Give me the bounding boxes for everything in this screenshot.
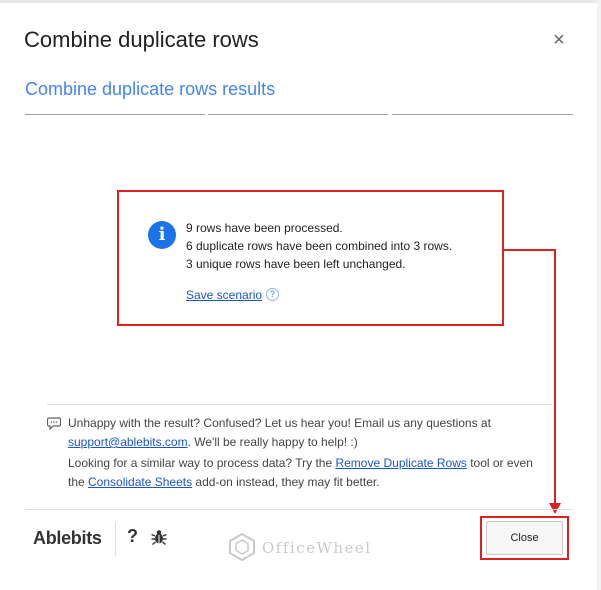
feedback-text-3: Looking for a similar way to process dat… — [68, 456, 336, 470]
chat-bubble-icon — [46, 416, 62, 435]
feedback-divider — [47, 404, 552, 405]
officewheel-watermark: OfficeWheel — [228, 532, 370, 566]
footer-divider — [25, 509, 573, 510]
ablebits-logo: Ablebits — [33, 528, 102, 548]
remove-duplicate-rows-link[interactable]: Remove Duplicate Rows — [335, 456, 466, 470]
footer-separator — [115, 522, 116, 556]
feedback-text-5: add-on instead, they may fit better. — [192, 475, 380, 489]
watermark-text: OfficeWheel — [262, 539, 372, 557]
feedback-paragraph-2: Looking for a similar way to process dat… — [68, 454, 548, 492]
help-icon[interactable]: ? — [127, 526, 138, 547]
support-email-link[interactable]: support@ablebits.com — [68, 435, 188, 449]
feedback-text-2: . We'll be really happy to help! :) — [187, 435, 358, 449]
annotation-arrow — [504, 249, 561, 514]
close-button[interactable]: Close — [486, 521, 563, 555]
scrollbar-edge — [597, 0, 601, 590]
feedback-paragraph-1: Unhappy with the result? Confused? Let u… — [68, 414, 548, 452]
watermark-logo-icon — [229, 532, 255, 562]
feedback-text-1: Unhappy with the result? Confused? Let u… — [68, 416, 491, 430]
bug-icon[interactable] — [150, 528, 168, 551]
consolidate-sheets-link[interactable]: Consolidate Sheets — [88, 475, 192, 489]
